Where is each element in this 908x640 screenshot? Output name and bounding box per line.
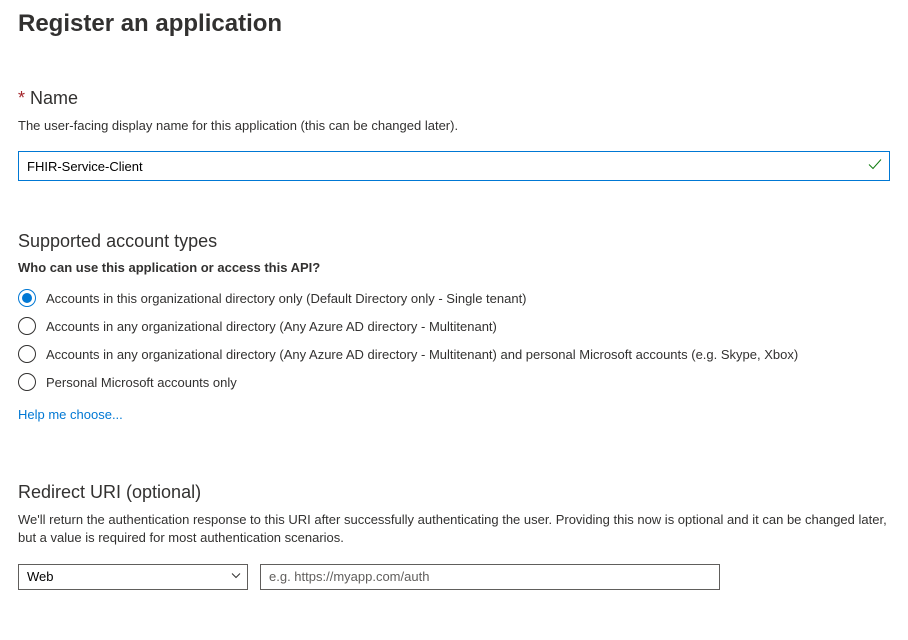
required-asterisk: * [18,88,25,108]
radio-label: Personal Microsoft accounts only [46,375,237,390]
radio-label: Accounts in any organizational directory… [46,347,798,362]
page-title: Register an application [18,10,890,38]
name-label: * Name [18,88,890,109]
account-types-question: Who can use this application or access t… [18,260,890,275]
account-type-option-3[interactable]: Personal Microsoft accounts only [18,373,890,391]
redirect-heading: Redirect URI (optional) [18,482,890,503]
help-me-choose-link[interactable]: Help me choose... [18,407,123,422]
radio-label: Accounts in this organizational director… [46,291,527,306]
radio-indicator [18,345,36,363]
redirect-description: We'll return the authentication response… [18,511,890,547]
account-type-option-1[interactable]: Accounts in any organizational directory… [18,317,890,335]
platform-select[interactable]: Web [18,564,248,590]
account-type-option-0[interactable]: Accounts in this organizational director… [18,289,890,307]
account-type-option-2[interactable]: Accounts in any organizational directory… [18,345,890,363]
check-icon [868,158,882,175]
account-types-radio-group: Accounts in this organizational director… [18,289,890,391]
redirect-uri-input[interactable] [260,564,720,590]
account-types-heading: Supported account types [18,231,890,252]
radio-indicator [18,373,36,391]
radio-indicator [18,317,36,335]
name-input[interactable] [18,151,890,181]
name-description: The user-facing display name for this ap… [18,117,890,135]
radio-label: Accounts in any organizational directory… [46,319,497,334]
radio-indicator [18,289,36,307]
